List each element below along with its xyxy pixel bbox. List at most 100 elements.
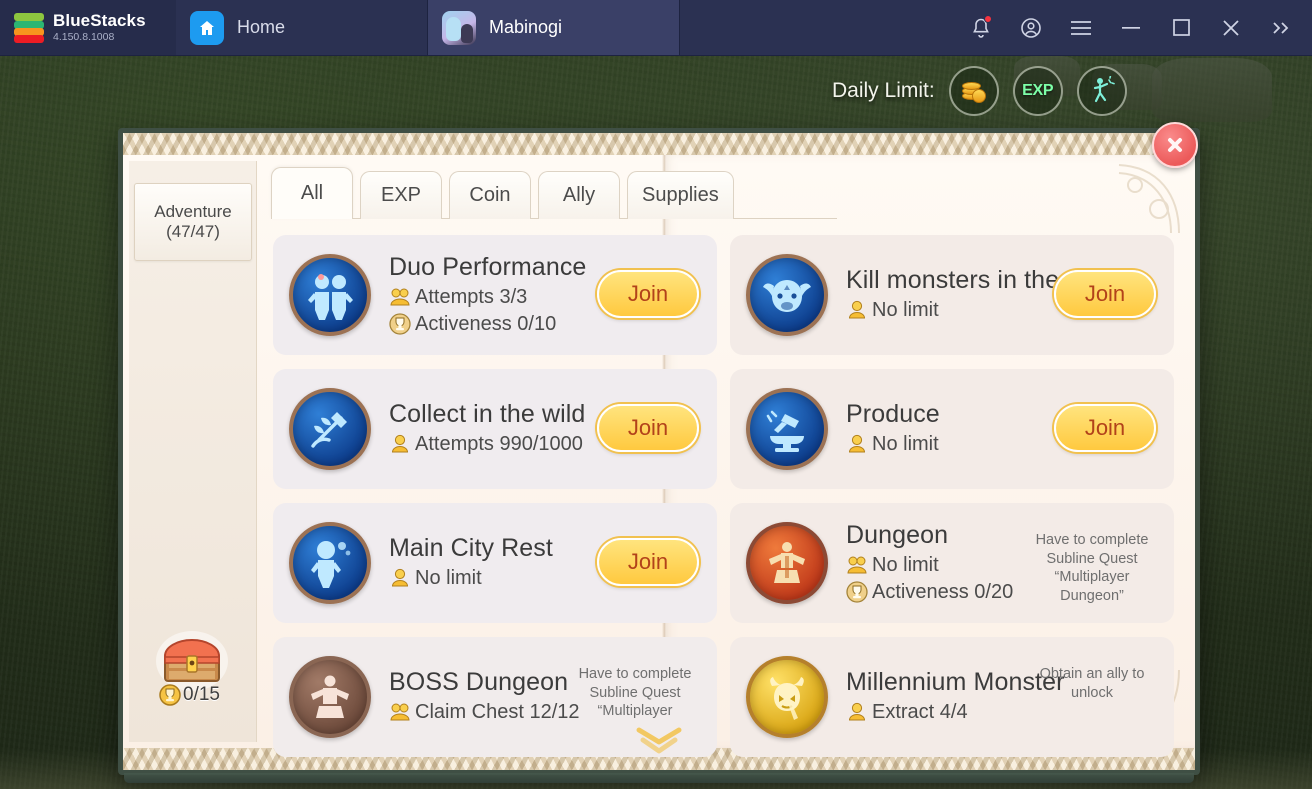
menu-button[interactable] [1056, 0, 1106, 56]
gold-group-icon [390, 288, 410, 306]
bluestacks-brand: BlueStacks 4.150.8.1008 [0, 0, 176, 55]
tab-exp-label: EXP [380, 184, 422, 206]
tab-supplies-label: Supplies [642, 184, 719, 206]
tab-all-label: All [300, 182, 324, 204]
hammer-anvil-icon [746, 388, 828, 470]
titlebar-spacer [680, 0, 956, 55]
join-button[interactable]: Join [1054, 270, 1156, 318]
millennium-monster-icon [746, 656, 828, 738]
quest-card[interactable]: Collect in the wild Attempts 990/1000 Jo… [273, 369, 717, 489]
celtic-flourish-icon [1118, 164, 1180, 234]
exp-limit-icon[interactable]: EXP [1012, 66, 1063, 116]
tab-mabinogi-label: Mabinogi [489, 17, 563, 37]
sidebar-item-adventure[interactable]: Adventure (47/47) [134, 183, 252, 261]
gold-person-icon [848, 703, 866, 721]
tab-ally-label: Ally [562, 184, 596, 206]
quest-card[interactable]: BOSS Dungeon Claim Chest 12/12 Have to c… [273, 637, 717, 757]
gold-group-icon [847, 556, 867, 574]
notification-dot [984, 14, 992, 23]
tab-ally[interactable]: Ally [538, 171, 620, 219]
gold-person-icon [391, 435, 409, 453]
trophy-icon [846, 581, 868, 603]
quest-stat-text: No limit [415, 567, 482, 590]
quest-stat-text: No limit [872, 553, 939, 576]
coin-limit-icon[interactable] [948, 66, 999, 116]
bluestacks-logo-icon [14, 12, 44, 43]
trophy-icon [159, 684, 181, 706]
sidebar-item-adventure-label: Adventure [154, 201, 232, 221]
quest-card[interactable]: Main City Rest No limit Join [273, 503, 717, 623]
join-button[interactable]: Join [597, 538, 699, 586]
chest-count-label: 0/15 [183, 684, 220, 705]
quest-panel: Adventure (47/47) 0/15 All EXP Coin Ally… [118, 128, 1200, 775]
treasure-chest-icon [156, 631, 228, 691]
titlebar-controls [956, 0, 1312, 55]
quest-stat-text: No limit [872, 433, 939, 456]
panel-base-shadow [124, 773, 1194, 783]
quest-stat-text: Extract 4/4 [872, 701, 968, 724]
join-button[interactable]: Join [1054, 404, 1156, 452]
quest-list-right: Kill monsters in the wild No limit Join [730, 235, 1174, 757]
quest-lock-note: Have to complete Subline Quest “Multipla… [1035, 532, 1149, 604]
tab-coin[interactable]: Coin [449, 171, 531, 219]
quest-stat-text: Activeness 0/10 [415, 312, 557, 335]
gold-group-icon [390, 703, 410, 721]
trophy-icon [389, 313, 411, 335]
quest-stat-text: No limit [872, 299, 939, 322]
gold-person-icon [391, 569, 409, 587]
gold-person-icon [848, 301, 866, 319]
tab-exp[interactable]: EXP [360, 171, 442, 219]
join-button[interactable]: Join [597, 270, 699, 318]
join-button[interactable]: Join [597, 404, 699, 452]
activity-limit-icon[interactable] [1076, 66, 1127, 116]
background-rock [1152, 58, 1272, 122]
tab-mabinogi[interactable]: Mabinogi [428, 0, 680, 55]
gold-person-icon [848, 435, 866, 453]
tab-coin-label: Coin [469, 184, 511, 206]
quest-card[interactable]: Millennium Monster Extract 4/4 Obtain an… [730, 637, 1174, 757]
tab-home[interactable]: Home [176, 0, 428, 55]
dungeon-statue-icon [746, 522, 828, 604]
exp-limit-label: EXP [1022, 82, 1054, 99]
close-panel-button[interactable] [1152, 122, 1198, 168]
quest-card[interactable]: Duo Performance Attempts 3/3 Activeness … [273, 235, 717, 355]
expand-sidebar-button[interactable] [1256, 0, 1306, 56]
tab-all[interactable]: All [271, 167, 353, 219]
app-root: BlueStacks 4.150.8.1008 Home Mabinogi Da… [0, 0, 1312, 789]
daily-limit-hud: Daily Limit: EXP [832, 66, 1127, 116]
account-button[interactable] [1006, 0, 1056, 56]
chest-counter[interactable]: 0/15 [143, 630, 243, 716]
chest-count-row: 0/15 [159, 684, 220, 706]
minimize-button[interactable] [1106, 0, 1156, 56]
celtic-border-top [123, 133, 1195, 155]
boss-statue-icon [289, 656, 371, 738]
close-button[interactable] [1206, 0, 1256, 56]
coin-stack-glyph [959, 78, 989, 104]
quest-card[interactable]: Produce No limit Join [730, 369, 1174, 489]
brand-name: BlueStacks [53, 11, 146, 31]
tab-supplies[interactable]: Supplies [627, 171, 734, 219]
quest-list-left: Duo Performance Attempts 3/3 Activeness … [273, 235, 717, 757]
brand-version: 4.150.8.1008 [53, 30, 115, 43]
quest-filter-tabs: All EXP Coin Ally Supplies [271, 167, 734, 219]
shovel-plant-icon [289, 388, 371, 470]
quest-stat: Extract 4/4 [846, 699, 1174, 726]
ox-head-icon [746, 254, 828, 336]
bluestacks-titlebar: BlueStacks 4.150.8.1008 Home Mabinogi [0, 0, 1312, 56]
quest-lock-note: Have to complete Subline Quest “Multipla… [578, 666, 692, 720]
maximize-button[interactable] [1156, 0, 1206, 56]
category-sidebar: Adventure (47/47) 0/15 [129, 161, 257, 742]
duo-dancers-icon [289, 254, 371, 336]
game-icon [442, 10, 476, 45]
quest-stat-text: Attempts 3/3 [415, 285, 528, 308]
sidebar-item-adventure-count: (47/47) [166, 222, 220, 241]
quest-stat-text: Claim Chest 12/12 [415, 701, 580, 724]
quest-stat-text: Activeness 0/20 [872, 580, 1014, 603]
quest-card[interactable]: Kill monsters in the wild No limit Join [730, 235, 1174, 355]
notifications-button[interactable] [956, 0, 1006, 56]
quest-panel-inner: Adventure (47/47) 0/15 All EXP Coin Ally… [123, 133, 1195, 770]
quest-card[interactable]: Dungeon No limit Activeness 0/20 Have to… [730, 503, 1174, 623]
daily-limit-label: Daily Limit: [832, 79, 935, 102]
resting-character-icon [289, 522, 371, 604]
quest-lock-note: Obtain an ally to unlock [1039, 666, 1145, 701]
